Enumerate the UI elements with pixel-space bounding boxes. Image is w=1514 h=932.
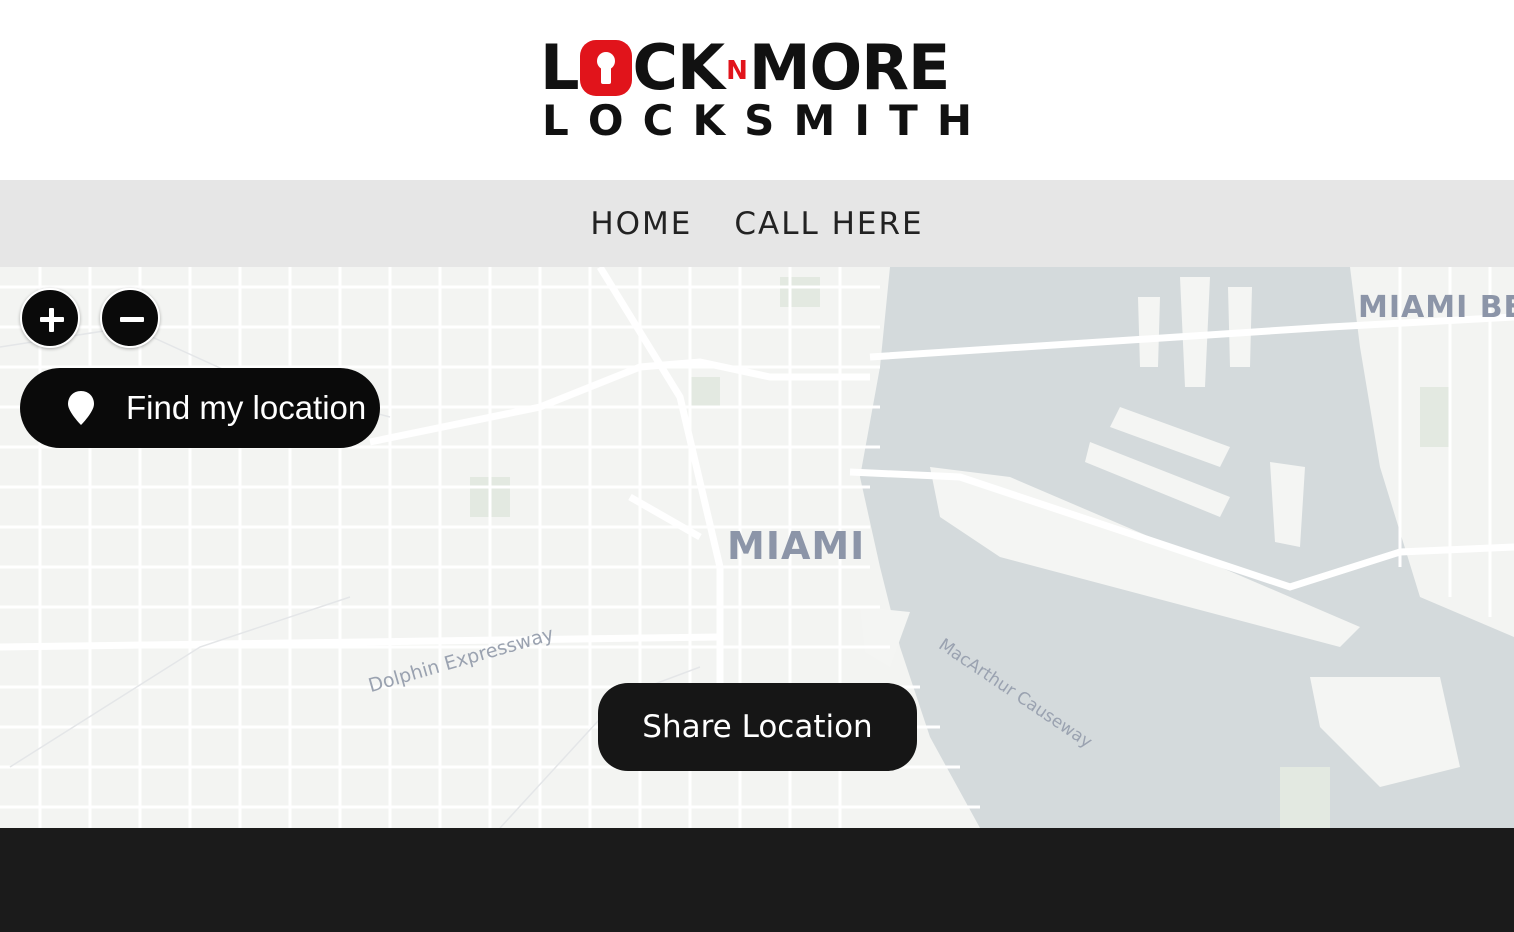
logo-n: N (726, 56, 748, 86)
logo-letter: O (587, 96, 624, 145)
nav-home-link[interactable]: HOME (590, 206, 692, 242)
share-location-button[interactable]: Share Location (598, 683, 917, 771)
logo-letter: T (889, 96, 918, 145)
logo-letter: C (642, 96, 674, 145)
map-label-miami: MIAMI (727, 524, 866, 568)
zoom-in-button[interactable] (20, 288, 80, 348)
logo-letter: S (744, 96, 775, 145)
find-my-location-label: Find my location (126, 389, 367, 426)
site-header: L CK N MORE L O C K S M I T H (0, 0, 1514, 180)
logo-letters: MORE (748, 31, 950, 104)
map-label-miami-beach: MIAMI BE (1358, 290, 1514, 325)
logo-letter: L (542, 96, 569, 145)
logo-letter: K (692, 96, 726, 145)
find-my-location-button[interactable]: Find my location (20, 368, 380, 448)
site-footer (0, 828, 1514, 932)
logo-letter: M (793, 96, 836, 145)
logo-letters: CK (632, 31, 726, 104)
share-location-label: Share Location (642, 709, 873, 745)
logo-letter: I (854, 96, 871, 145)
logo-letter: L (540, 31, 580, 104)
map-pin-icon (68, 391, 94, 425)
keyhole-icon (579, 40, 632, 96)
main-nav: HOME CALL HERE (0, 180, 1514, 267)
logo-wordmark-top: L CK N MORE (540, 31, 950, 104)
zoom-out-button[interactable] (100, 288, 160, 348)
logo-letter: H (936, 96, 972, 145)
logo-wordmark-bottom: L O C K S M I T H (542, 100, 972, 142)
nav-call-here-link[interactable]: CALL HERE (734, 206, 923, 242)
lock-n-more-logo[interactable]: L CK N MORE L O C K S M I T H (540, 31, 974, 144)
